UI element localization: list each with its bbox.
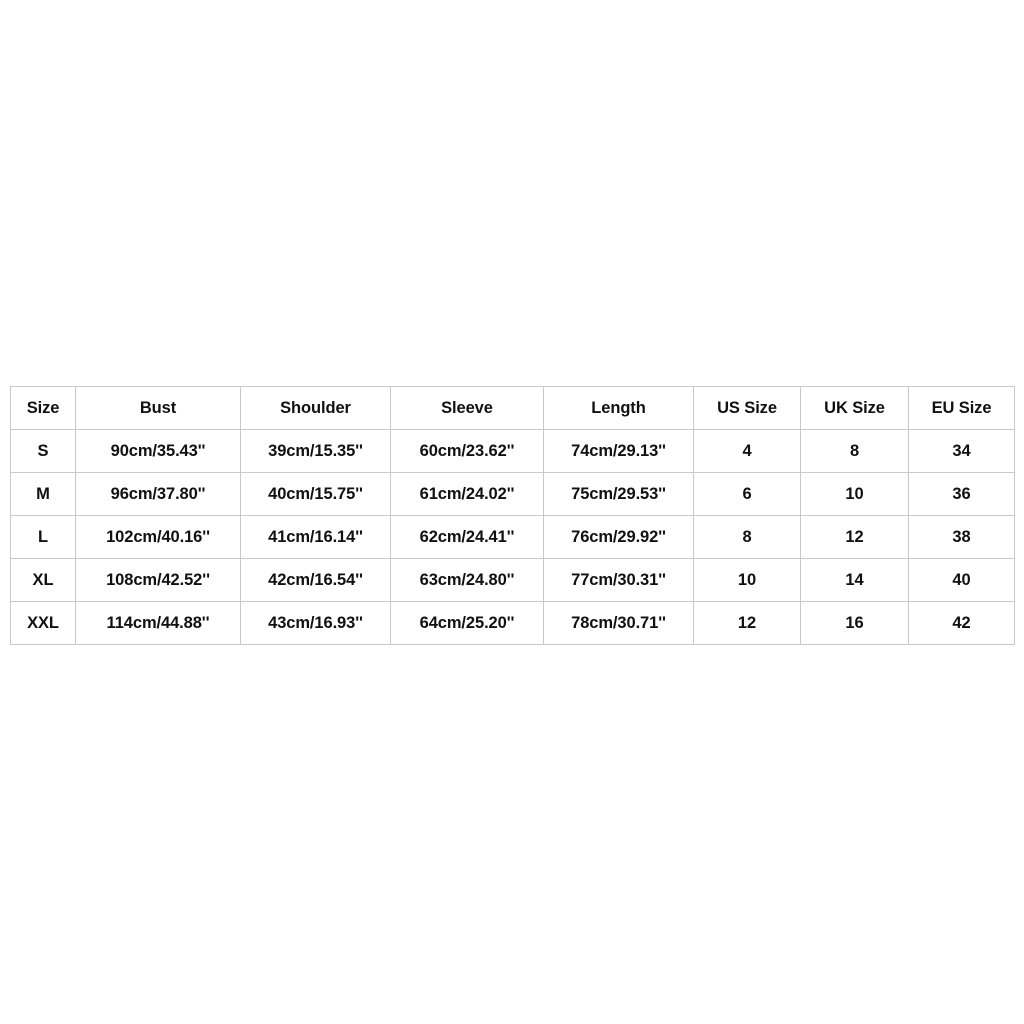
cell-uk-size: 8 (800, 429, 909, 473)
cell-length: 75cm/29.53'' (543, 472, 694, 516)
cell-us-size: 6 (693, 472, 801, 516)
cell-eu-size: 36 (908, 472, 1015, 516)
column-header-eu-size: EU Size (908, 386, 1015, 430)
cell-shoulder: 40cm/15.75'' (240, 472, 391, 516)
cell-bust: 108cm/42.52'' (75, 558, 241, 602)
cell-shoulder: 41cm/16.14'' (240, 515, 391, 559)
cell-size: S (10, 429, 76, 473)
cell-size: XXL (10, 601, 76, 645)
cell-us-size: 4 (693, 429, 801, 473)
cell-us-size: 10 (693, 558, 801, 602)
column-header-us-size: US Size (693, 386, 801, 430)
column-header-shoulder: Shoulder (240, 386, 391, 430)
table-row: M 96cm/37.80'' 40cm/15.75'' 61cm/24.02''… (10, 472, 1015, 516)
cell-bust: 96cm/37.80'' (75, 472, 241, 516)
cell-sleeve: 62cm/24.41'' (390, 515, 544, 559)
cell-length: 74cm/29.13'' (543, 429, 694, 473)
cell-eu-size: 42 (908, 601, 1015, 645)
size-chart-table: Size Bust Shoulder Sleeve Length US Size… (10, 386, 1015, 645)
column-header-sleeve: Sleeve (390, 386, 544, 430)
table-row: L 102cm/40.16'' 41cm/16.14'' 62cm/24.41'… (10, 515, 1015, 559)
cell-size: M (10, 472, 76, 516)
table-row: S 90cm/35.43'' 39cm/15.35'' 60cm/23.62''… (10, 429, 1015, 473)
table-header-row: Size Bust Shoulder Sleeve Length US Size… (10, 386, 1015, 430)
cell-bust: 114cm/44.88'' (75, 601, 241, 645)
cell-sleeve: 64cm/25.20'' (390, 601, 544, 645)
table-header: Size Bust Shoulder Sleeve Length US Size… (10, 386, 1015, 430)
column-header-size: Size (10, 386, 76, 430)
cell-eu-size: 34 (908, 429, 1015, 473)
cell-uk-size: 10 (800, 472, 909, 516)
cell-uk-size: 12 (800, 515, 909, 559)
cell-uk-size: 16 (800, 601, 909, 645)
cell-shoulder: 43cm/16.93'' (240, 601, 391, 645)
cell-sleeve: 60cm/23.62'' (390, 429, 544, 473)
cell-us-size: 8 (693, 515, 801, 559)
cell-size: L (10, 515, 76, 559)
cell-shoulder: 42cm/16.54'' (240, 558, 391, 602)
cell-length: 76cm/29.92'' (543, 515, 694, 559)
column-header-length: Length (543, 386, 694, 430)
cell-sleeve: 61cm/24.02'' (390, 472, 544, 516)
cell-sleeve: 63cm/24.80'' (390, 558, 544, 602)
cell-length: 77cm/30.31'' (543, 558, 694, 602)
cell-bust: 90cm/35.43'' (75, 429, 241, 473)
size-chart-container: Size Bust Shoulder Sleeve Length US Size… (10, 386, 1015, 645)
cell-uk-size: 14 (800, 558, 909, 602)
table-row: XL 108cm/42.52'' 42cm/16.54'' 63cm/24.80… (10, 558, 1015, 602)
column-header-uk-size: UK Size (800, 386, 909, 430)
cell-bust: 102cm/40.16'' (75, 515, 241, 559)
cell-eu-size: 40 (908, 558, 1015, 602)
cell-shoulder: 39cm/15.35'' (240, 429, 391, 473)
cell-eu-size: 38 (908, 515, 1015, 559)
page-canvas: Size Bust Shoulder Sleeve Length US Size… (0, 0, 1024, 1024)
column-header-bust: Bust (75, 386, 241, 430)
table-body: S 90cm/35.43'' 39cm/15.35'' 60cm/23.62''… (10, 429, 1015, 645)
table-row: XXL 114cm/44.88'' 43cm/16.93'' 64cm/25.2… (10, 601, 1015, 645)
cell-us-size: 12 (693, 601, 801, 645)
cell-length: 78cm/30.71'' (543, 601, 694, 645)
cell-size: XL (10, 558, 76, 602)
